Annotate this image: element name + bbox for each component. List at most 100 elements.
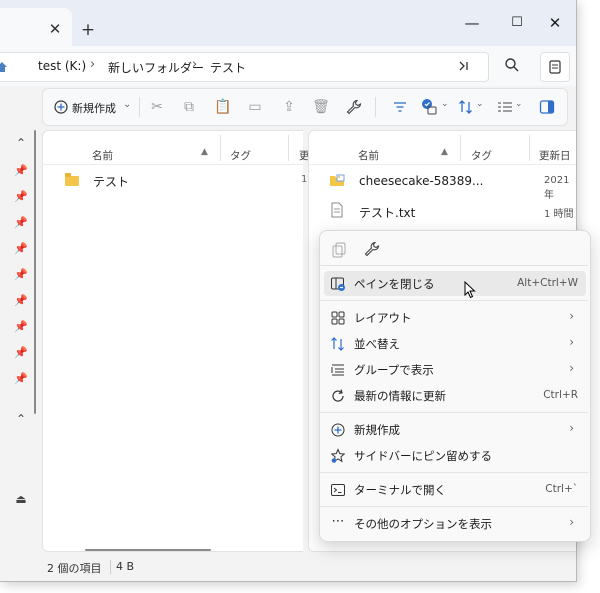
- chevron-right-icon: ›: [569, 335, 574, 349]
- menu-item-more-options[interactable]: ⋯ その他のオプションを表示 ›: [324, 511, 586, 536]
- table-row[interactable]: テスト 1: [49, 169, 307, 191]
- menu-separator: [320, 506, 588, 507]
- wrench-icon[interactable]: [364, 241, 380, 257]
- menu-item-label: サイドバーにピン留めする: [354, 449, 492, 463]
- breadcrumb-folder[interactable]: 新しいフォルダー: [108, 59, 204, 76]
- maximize-button[interactable]: ☐: [506, 12, 528, 34]
- menu-separator: [320, 472, 588, 473]
- folder-icon: [65, 173, 79, 186]
- menu-item-pin-sidebar[interactable]: サイドバーにピン留めする: [324, 443, 586, 468]
- terminal-icon: [331, 484, 345, 496]
- menu-item-sort[interactable]: 並べ替え ›: [324, 331, 586, 356]
- left-file-pane: 名前 ▲ タグ 更 テスト 1: [42, 130, 310, 552]
- pin-icon[interactable]: 📌: [14, 372, 28, 386]
- share-icon[interactable]: ⇪: [279, 97, 299, 117]
- chevron-right-icon: ›: [569, 421, 574, 435]
- new-tab-button[interactable]: +: [78, 20, 98, 40]
- expand-address-icon[interactable]: [458, 60, 470, 72]
- rename-icon[interactable]: ▭: [245, 97, 265, 117]
- column-header-name[interactable]: 名前: [92, 148, 113, 163]
- menu-item-label: レイアウト: [354, 311, 412, 325]
- menu-item-layout[interactable]: レイアウト ›: [324, 305, 586, 330]
- status-divider: [110, 560, 111, 574]
- chevron-right-icon[interactable]: ›: [192, 57, 197, 72]
- tab-active[interactable]: ✕: [0, 8, 72, 46]
- menu-item-open-terminal[interactable]: ターミナルで開く Ctrl+`: [324, 477, 586, 502]
- pin-icon[interactable]: 📌: [14, 268, 28, 282]
- sort-ascending-icon: ▲: [201, 147, 208, 157]
- sort-icon[interactable]: [458, 99, 474, 115]
- pin-icon[interactable]: 📌: [14, 242, 28, 256]
- pane-close-icon: [331, 277, 345, 291]
- search-icon[interactable]: [504, 57, 520, 73]
- column-divider[interactable]: [288, 135, 289, 161]
- pin-icon[interactable]: 📌: [14, 294, 28, 308]
- sort-icon: [331, 337, 344, 351]
- close-button[interactable]: ✕: [544, 12, 566, 34]
- menu-item-new[interactable]: 新規作成 ›: [324, 417, 586, 442]
- more-icon: ⋯: [331, 514, 345, 529]
- file-date: 2021年: [544, 175, 570, 201]
- eject-icon[interactable]: ⏏: [14, 492, 28, 506]
- tag-filter-icon[interactable]: [421, 98, 439, 116]
- sort-ascending-icon: ▲: [441, 147, 448, 157]
- chevron-down-icon: ⌄: [515, 99, 523, 109]
- file-date: 1 時間: [544, 209, 574, 220]
- pin-icon[interactable]: 📌: [14, 190, 28, 204]
- view-icon[interactable]: [497, 100, 513, 114]
- minimize-button[interactable]: —: [461, 12, 483, 34]
- pin-icon[interactable]: 📌: [14, 320, 28, 334]
- menu-item-shortcut: Alt+Ctrl+W: [517, 277, 578, 289]
- menu-item-label: ペインを閉じる: [354, 277, 435, 291]
- column-header-tag[interactable]: タグ: [230, 148, 251, 163]
- breadcrumb-current[interactable]: テスト: [210, 59, 246, 76]
- pin-icon[interactable]: 📌: [14, 346, 28, 360]
- column-divider[interactable]: [220, 135, 221, 161]
- breadcrumb-drive[interactable]: test (K:): [38, 59, 86, 73]
- menu-separator: [320, 300, 588, 301]
- menu-item-close-pane[interactable]: ペインを閉じる Alt+Ctrl+W: [324, 271, 586, 296]
- toolbar-divider: [375, 97, 376, 117]
- menu-item-label: ターミナルで開く: [354, 483, 446, 497]
- collapse-chevron-icon[interactable]: ⌃: [14, 412, 28, 426]
- column-divider[interactable]: [460, 135, 461, 161]
- filter-icon[interactable]: [393, 100, 407, 114]
- delete-icon[interactable]: 🗑: [311, 97, 331, 117]
- details-toggle-button[interactable]: [540, 52, 570, 82]
- paste-icon[interactable]: 📋: [213, 97, 233, 117]
- pin-icon[interactable]: 📌: [14, 164, 28, 178]
- chevron-right-icon[interactable]: ›: [90, 57, 95, 72]
- details-pane-icon: [549, 60, 561, 74]
- copy-icon[interactable]: ⧉: [179, 97, 199, 117]
- header-divider: [43, 164, 303, 165]
- collapse-chevron-icon[interactable]: ⌃: [14, 136, 28, 150]
- table-row[interactable]: テスト.txt 1 時間: [315, 199, 576, 223]
- nav-scrollbar[interactable]: [34, 130, 36, 414]
- pin-icon[interactable]: 📌: [14, 216, 28, 230]
- file-name: cheesecake-58389...: [359, 174, 484, 188]
- column-header-tag[interactable]: タグ: [471, 148, 492, 163]
- column-header-date[interactable]: 更新日: [539, 148, 571, 163]
- tab-close-icon[interactable]: ✕: [46, 20, 64, 38]
- table-row[interactable]: cheesecake-58389... 2021年: [315, 169, 576, 201]
- group-icon: [331, 364, 344, 376]
- status-size: 4 B: [116, 560, 135, 573]
- file-date: 1: [301, 174, 308, 185]
- menu-item-refresh[interactable]: 最新の情報に更新 Ctrl+R: [324, 383, 586, 408]
- column-divider[interactable]: [529, 135, 530, 161]
- menu-item-group-by[interactable]: グループで表示 ›: [324, 357, 586, 382]
- wrench-icon[interactable]: [346, 99, 362, 115]
- context-menu: ペインを閉じる Alt+Ctrl+W レイアウト › 並べ替え › グループで表…: [319, 230, 591, 542]
- address-row: test (K:) › 新しいフォルダー › テスト: [0, 46, 576, 86]
- cut-icon[interactable]: ✂: [147, 97, 167, 117]
- drive-icon: [0, 62, 7, 72]
- new-button[interactable]: 新規作成 ⌄: [51, 95, 131, 119]
- column-header-name[interactable]: 名前: [358, 148, 379, 163]
- new-button-label: 新規作成: [72, 102, 116, 115]
- address-bar[interactable]: test (K:) › 新しいフォルダー › テスト: [0, 52, 489, 82]
- copy-icon[interactable]: [332, 242, 346, 258]
- horizontal-scrollbar[interactable]: [85, 549, 211, 551]
- pin-star-icon: [330, 448, 346, 463]
- chevron-down-icon: ⌄: [441, 99, 449, 109]
- preview-pane-icon[interactable]: [539, 99, 555, 115]
